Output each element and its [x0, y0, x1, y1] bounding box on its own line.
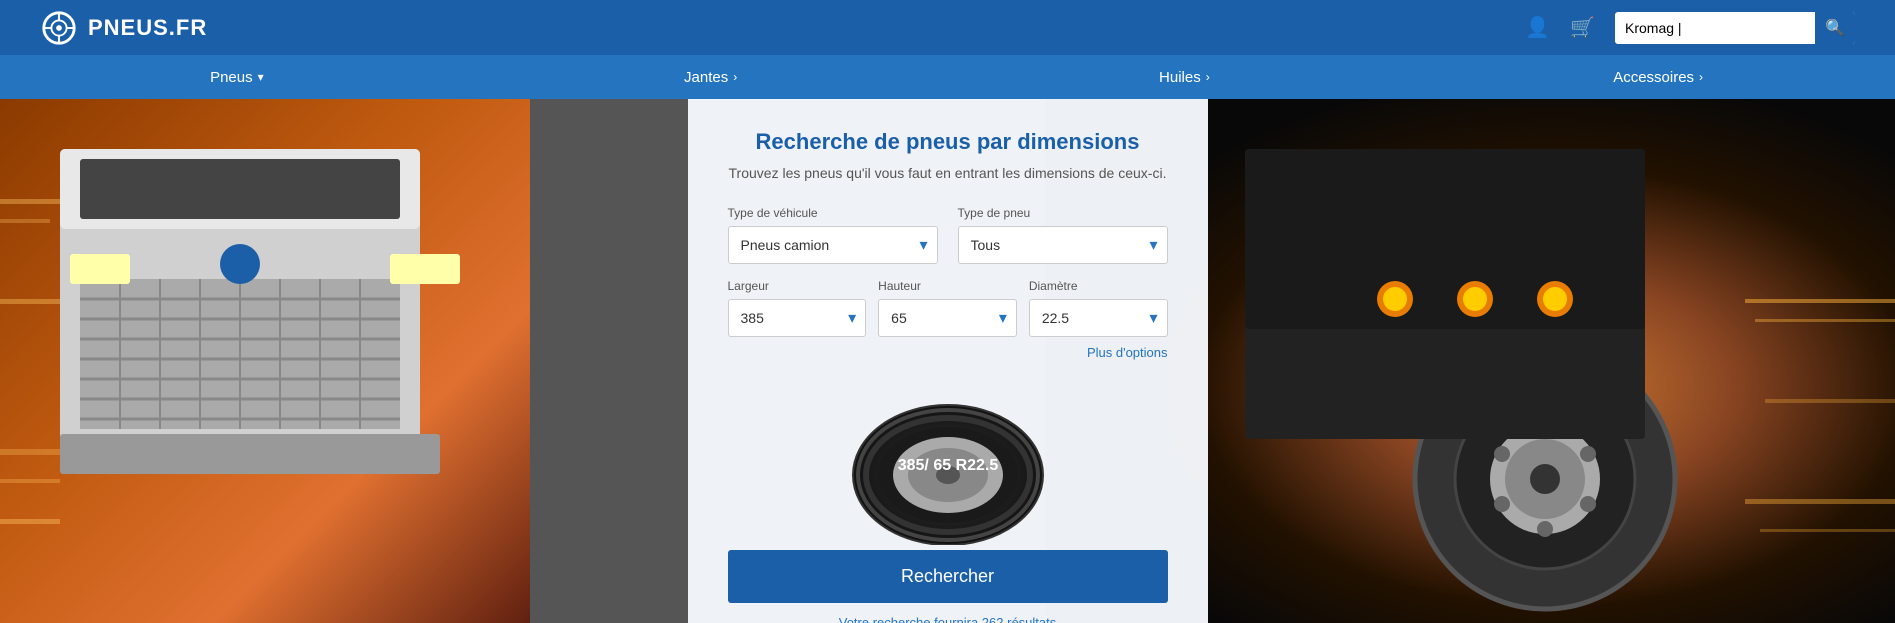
nav-item-huiles[interactable]: Huiles › — [948, 55, 1422, 99]
user-icon[interactable]: 👤 — [1525, 15, 1550, 40]
tire-type-label: Type de pneu — [958, 206, 1168, 220]
hero-section: Recherche de pneus par dimensions Trouve… — [0, 99, 1895, 623]
header-right: 👤 🛒 🔍 — [1525, 12, 1855, 44]
tire-illustration: 385/ 65 R22.5 — [838, 370, 1058, 545]
form-row-dimensions: Largeur 385 155 175 195 215 225 235 245 … — [728, 279, 1168, 337]
height-select-wrapper: 65 55 60 70 75 80 — [878, 299, 1017, 337]
width-select[interactable]: 385 155 175 195 215 225 235 245 265 275 … — [728, 299, 867, 337]
tire-svg-wrapper: 385/ 65 R22.5 — [838, 370, 1058, 545]
width-select-wrapper: 385 155 175 195 215 225 235 245 265 275 … — [728, 299, 867, 337]
panel-subtitle: Trouvez les pneus qu'il vous faut en ent… — [729, 165, 1167, 181]
nav-item-accessoires[interactable]: Accessoires › — [1421, 55, 1895, 99]
diameter-select[interactable]: 22.5 14 15 16 17 18 19 20 — [1029, 299, 1168, 337]
vehicle-type-group: Type de véhicule Pneus camion Pneus voit… — [728, 206, 938, 264]
tire-type-select-wrapper: Tous Été Hiver — [958, 226, 1168, 264]
diameter-group: Diamètre 22.5 14 15 16 17 18 19 20 — [1029, 279, 1168, 337]
tire-type-select[interactable]: Tous Été Hiver — [958, 226, 1168, 264]
width-group: Largeur 385 155 175 195 215 225 235 245 … — [728, 279, 867, 337]
logo[interactable]: PNEUS.FR — [40, 9, 207, 47]
height-label: Hauteur — [878, 279, 1017, 293]
tire-image-area: 385/ 65 R22.5 — [728, 370, 1168, 545]
truck-left-svg — [0, 99, 530, 623]
diameter-select-wrapper: 22.5 14 15 16 17 18 19 20 — [1029, 299, 1168, 337]
search-input[interactable] — [1615, 14, 1815, 42]
nav-label-accessoires: Accessoires — [1613, 69, 1694, 86]
vehicle-type-label: Type de véhicule — [728, 206, 938, 220]
search-bar: 🔍 — [1615, 12, 1855, 44]
search-panel: Recherche de pneus par dimensions Trouve… — [688, 99, 1208, 623]
cart-icon[interactable]: 🛒 — [1570, 15, 1595, 40]
search-button[interactable]: Rechercher — [728, 550, 1168, 603]
panel-title: Recherche de pneus par dimensions — [756, 129, 1140, 155]
search-button[interactable]: 🔍 — [1815, 12, 1855, 44]
more-options-link[interactable]: Plus d'options — [728, 345, 1168, 360]
vehicle-type-select-wrapper: Pneus camion Pneus voiture Pneus moto — [728, 226, 938, 264]
nav-item-pneus[interactable]: Pneus ▾ — [0, 55, 474, 99]
nav-label-pneus: Pneus — [210, 69, 253, 86]
nav-arrow-pneus: ▾ — [258, 70, 264, 84]
nav-label-huiles: Huiles — [1159, 69, 1201, 86]
tire-type-group: Type de pneu Tous Été Hiver — [958, 206, 1168, 264]
result-info: Votre recherche fournira 262 résultats — [839, 615, 1057, 623]
svg-text:385/ 65 R22.5: 385/ 65 R22.5 — [897, 457, 998, 474]
header: PNEUS.FR 👤 🛒 🔍 — [0, 0, 1895, 55]
diameter-label: Diamètre — [1029, 279, 1168, 293]
nav-label-jantes: Jantes — [684, 69, 728, 86]
main-nav: Pneus ▾ Jantes › Huiles › Accessoires › — [0, 55, 1895, 99]
nav-arrow-jantes: › — [733, 70, 737, 84]
logo-text: PNEUS.FR — [88, 15, 207, 41]
width-label: Largeur — [728, 279, 867, 293]
vehicle-type-select[interactable]: Pneus camion Pneus voiture Pneus moto — [728, 226, 938, 264]
height-select[interactable]: 65 55 60 70 75 80 — [878, 299, 1017, 337]
form-row-type: Type de véhicule Pneus camion Pneus voit… — [728, 206, 1168, 264]
nav-arrow-accessoires: › — [1699, 70, 1703, 84]
hero-bg-left — [0, 99, 530, 623]
height-group: Hauteur 65 55 60 70 75 80 — [878, 279, 1017, 337]
nav-arrow-huiles: › — [1206, 70, 1210, 84]
nav-item-jantes[interactable]: Jantes › — [474, 55, 948, 99]
logo-icon — [40, 9, 78, 47]
